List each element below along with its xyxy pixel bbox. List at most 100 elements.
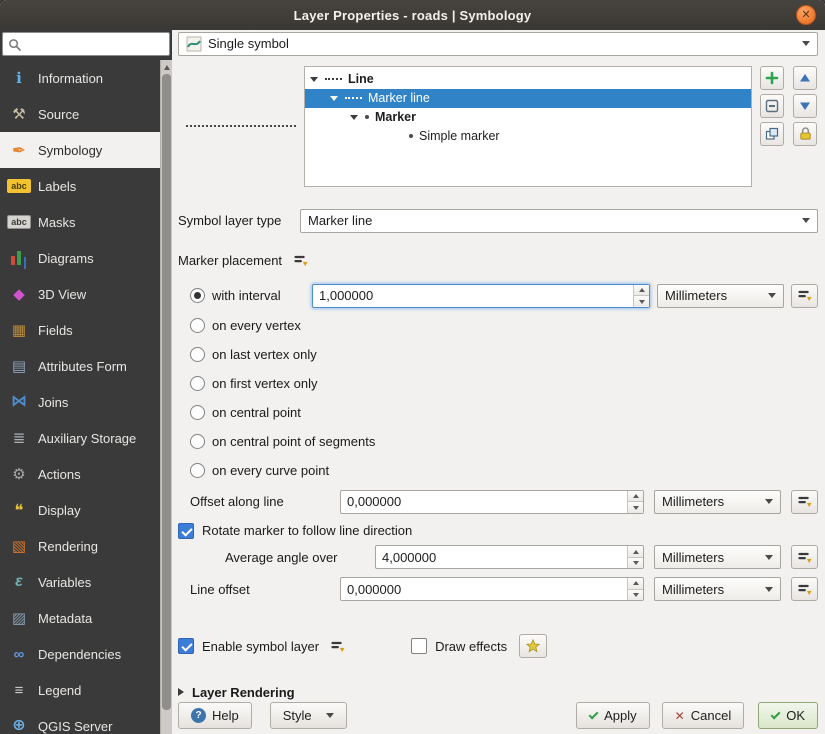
spin-up-button[interactable] bbox=[628, 491, 643, 502]
search-input[interactable] bbox=[26, 37, 164, 51]
sidebar-item-joins[interactable]: ⋈Joins bbox=[0, 384, 160, 420]
unit-combo-value: Millimeters bbox=[662, 582, 724, 597]
tree-item-marker-line[interactable]: Marker line bbox=[305, 89, 751, 108]
interval-unit-combo[interactable]: Millimeters bbox=[657, 284, 784, 308]
symbol-layers-tree[interactable]: Line Marker line Marker Simple ma bbox=[304, 66, 752, 187]
sidebar-search[interactable] bbox=[2, 32, 170, 56]
sidebar-item-symbology[interactable]: ✒Symbology bbox=[0, 132, 160, 168]
sidebar-item-3d-view[interactable]: ◆3D View bbox=[0, 276, 160, 312]
chevron-down-icon bbox=[765, 587, 773, 592]
line-offset-label: Line offset bbox=[190, 582, 330, 597]
sidebar-item-display[interactable]: ❝Display bbox=[0, 492, 160, 528]
move-up-button[interactable] bbox=[793, 66, 817, 90]
radio-with-interval[interactable] bbox=[190, 288, 205, 303]
line-offset-unit-combo[interactable]: Millimeters bbox=[654, 577, 781, 601]
cancel-button[interactable]: ✕ Cancel bbox=[662, 702, 745, 729]
expander-icon[interactable] bbox=[309, 77, 319, 82]
style-button[interactable]: Style bbox=[270, 702, 347, 729]
simple-marker-icon bbox=[409, 134, 413, 138]
tree-item-marker[interactable]: Marker bbox=[305, 108, 751, 127]
arrow-up-icon bbox=[799, 72, 811, 84]
marker-line-symbol-icon bbox=[345, 97, 362, 99]
check-icon bbox=[771, 709, 781, 719]
average-angle-data-defined-button[interactable] bbox=[791, 545, 818, 569]
placement-option-on-every-curve-point: on every curve point bbox=[178, 456, 818, 485]
close-button[interactable]: ✕ bbox=[796, 5, 816, 25]
sidebar-item-fields[interactable]: ▦Fields bbox=[0, 312, 160, 348]
expander-icon[interactable] bbox=[329, 96, 339, 101]
radio-on-central-point[interactable] bbox=[190, 405, 205, 420]
renderer-combo[interactable]: Single symbol bbox=[178, 32, 818, 56]
radio-on-central-point-of-segments[interactable] bbox=[190, 434, 205, 449]
interval-input[interactable] bbox=[313, 285, 633, 307]
line-offset-spinbox[interactable] bbox=[340, 577, 644, 601]
average-angle-input[interactable] bbox=[376, 546, 627, 568]
radio-on-every-vertex[interactable] bbox=[190, 318, 205, 333]
spin-down-button[interactable] bbox=[634, 295, 649, 307]
radio-on-last-vertex-only[interactable] bbox=[190, 347, 205, 362]
line-offset-input[interactable] bbox=[341, 578, 627, 600]
sidebar-item-metadata[interactable]: ▨Metadata bbox=[0, 600, 160, 636]
radio-on-every-curve-point[interactable] bbox=[190, 463, 205, 478]
expander-icon[interactable] bbox=[349, 115, 359, 120]
info-icon: ℹ bbox=[7, 67, 31, 89]
draw-effects-checkbox[interactable] bbox=[411, 638, 427, 654]
spin-down-button[interactable] bbox=[628, 557, 643, 569]
sidebar-item-attributes-form[interactable]: ▤Attributes Form bbox=[0, 348, 160, 384]
sidebar-item-labels[interactable]: abcLabels bbox=[0, 168, 160, 204]
sidebar-item-rendering[interactable]: ▧Rendering bbox=[0, 528, 160, 564]
interval-spinbox[interactable] bbox=[312, 284, 650, 308]
titlebar[interactable]: Layer Properties - roads | Symbology ✕ bbox=[0, 0, 825, 30]
offset-unit-combo[interactable]: Millimeters bbox=[654, 490, 781, 514]
ok-button[interactable]: OK bbox=[758, 702, 818, 729]
remove-symbol-layer-button[interactable] bbox=[760, 94, 784, 118]
interval-data-defined-button[interactable] bbox=[791, 284, 818, 308]
offset-along-line-spinbox[interactable] bbox=[340, 490, 644, 514]
enable-symbol-layer-checkbox[interactable] bbox=[178, 638, 194, 654]
scrollbar-thumb[interactable] bbox=[162, 74, 171, 710]
lock-color-button[interactable] bbox=[793, 122, 817, 146]
offset-data-defined-button[interactable] bbox=[791, 490, 818, 514]
rotate-marker-checkbox[interactable] bbox=[178, 523, 194, 539]
layer-properties-dialog: Layer Properties - roads | Symbology ✕ ℹ… bbox=[0, 0, 825, 734]
sidebar-item-actions[interactable]: ⚙Actions bbox=[0, 456, 160, 492]
line-offset-data-defined-button[interactable] bbox=[791, 577, 818, 601]
apply-button[interactable]: Apply bbox=[576, 702, 650, 729]
sidebar-item-legend[interactable]: ≡Legend bbox=[0, 672, 160, 708]
sidebar-item-source[interactable]: ⚒Source bbox=[0, 96, 160, 132]
spin-up-button[interactable] bbox=[634, 285, 649, 296]
sidebar-item-label: Symbology bbox=[38, 143, 102, 158]
offset-along-line-input[interactable] bbox=[341, 491, 627, 513]
sidebar-item-dependencies[interactable]: ∞Dependencies bbox=[0, 636, 160, 672]
add-symbol-layer-button[interactable] bbox=[760, 66, 784, 90]
sidebar-item-masks[interactable]: abcMasks bbox=[0, 204, 160, 240]
move-down-button[interactable] bbox=[793, 94, 817, 118]
symbol-layer-type-combo[interactable]: Marker line bbox=[300, 209, 818, 233]
help-button[interactable]: ? Help bbox=[178, 702, 252, 729]
data-defined-icon bbox=[797, 582, 812, 597]
average-angle-spinbox[interactable] bbox=[375, 545, 644, 569]
enable-layer-data-defined-icon[interactable] bbox=[327, 637, 347, 655]
sidebar-item-qgis-server[interactable]: ⊕QGIS Server bbox=[0, 708, 160, 734]
data-defined-override-icon[interactable] bbox=[290, 252, 310, 270]
metadata-icon: ▨ bbox=[7, 607, 31, 629]
scroll-up-icon[interactable] bbox=[164, 65, 170, 70]
sidebar-item-diagrams[interactable]: Diagrams bbox=[0, 240, 160, 276]
spin-down-button[interactable] bbox=[628, 589, 643, 601]
tree-item-simple-marker[interactable]: Simple marker bbox=[305, 127, 751, 146]
sidebar-item-variables[interactable]: εVariables bbox=[0, 564, 160, 600]
sidebar-item-auxiliary-storage[interactable]: ≣Auxiliary Storage bbox=[0, 420, 160, 456]
legend-icon: ≡ bbox=[7, 679, 31, 701]
effects-options-button[interactable] bbox=[519, 634, 547, 658]
tree-item-label: Line bbox=[348, 72, 374, 86]
spin-up-button[interactable] bbox=[628, 578, 643, 589]
duplicate-symbol-layer-button[interactable] bbox=[760, 122, 784, 146]
sidebar-scrollbar[interactable] bbox=[160, 60, 172, 734]
spin-down-button[interactable] bbox=[628, 501, 643, 513]
sidebar-item-information[interactable]: ℹInformation bbox=[0, 60, 160, 96]
tree-item-line[interactable]: Line bbox=[305, 70, 751, 89]
layer-rendering-section[interactable]: Layer Rendering bbox=[178, 682, 818, 702]
spin-up-button[interactable] bbox=[628, 546, 643, 557]
average-angle-unit-combo[interactable]: Millimeters bbox=[654, 545, 781, 569]
radio-on-first-vertex-only[interactable] bbox=[190, 376, 205, 391]
